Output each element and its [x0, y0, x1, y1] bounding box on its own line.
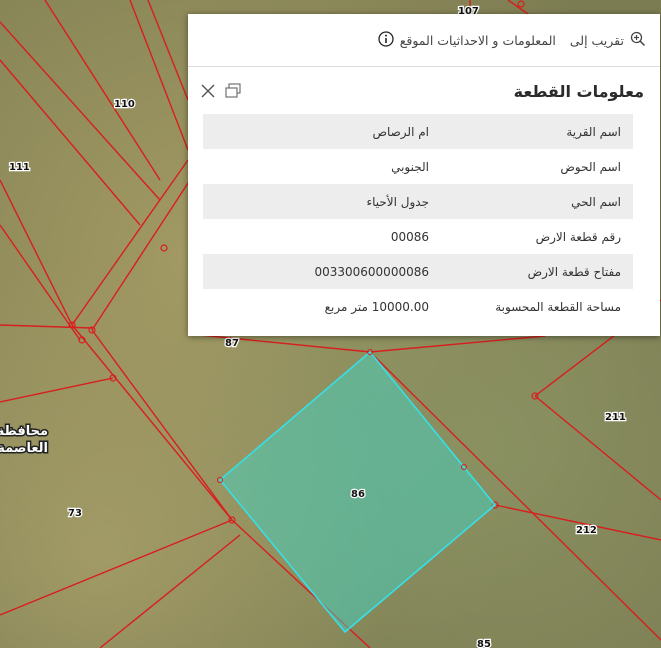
attribute-row: مساحة القطعة المحسوبة 10000.00 متر مربع: [203, 289, 633, 324]
location-info-label: المعلومات و الاحداثيات الموقع: [399, 32, 556, 48]
parcel-info-popup: تقريب إلى المعلومات و الاحداثيات الموقع …: [188, 14, 660, 336]
parcel-number-label: 73: [68, 508, 82, 519]
attribute-label: رقم قطعة الارض: [535, 229, 621, 244]
parcel-number-label: 111: [9, 162, 30, 173]
parcel-number-label: 212: [576, 525, 597, 536]
location-info-button[interactable]: المعلومات و الاحداثيات الموقع: [378, 30, 556, 50]
attribute-value: 003300600000086: [203, 254, 429, 289]
close-icon[interactable]: [198, 81, 218, 101]
attribute-value: ام الرصاص: [203, 114, 429, 149]
parcel-number-label: 85: [477, 639, 491, 648]
attribute-row: اسم القرية ام الرصاص: [203, 114, 633, 149]
parcel-number-label: 86: [351, 489, 365, 500]
attribute-value: 00086: [390, 229, 429, 244]
attribute-value: جدول الأحياء: [203, 184, 429, 219]
governorate-label: العاصمة: [0, 441, 48, 456]
attribute-row: اسم الحوض الجنوبي: [203, 149, 633, 184]
attribute-row: رقم قطعة الارض 00086: [203, 219, 633, 254]
attribute-label: اسم الحوض: [560, 159, 621, 174]
zoom-to-label: تقريب إلى: [569, 32, 624, 48]
attribute-label: مفتاح قطعة الارض: [429, 254, 633, 289]
popup-header: معلومات القطعة: [188, 67, 660, 115]
attribute-value: 10000.00 متر مربع: [324, 299, 429, 314]
attribute-row: اسم الحي جدول الأحياء: [203, 184, 633, 219]
parcel-attributes-table: اسم القرية ام الرصاص اسم الحوض الجنوبي ا…: [203, 114, 633, 324]
zoom-in-icon: [630, 31, 646, 50]
attribute-row: مفتاح قطعة الارض 003300600000086: [203, 254, 633, 289]
info-icon: [378, 30, 394, 50]
parcel-number-label: 110: [114, 99, 135, 110]
popup-actions-bar: تقريب إلى المعلومات و الاحداثيات الموقع: [188, 14, 660, 67]
zoom-to-button[interactable]: تقريب إلى: [570, 31, 646, 50]
attribute-label: اسم القرية: [429, 114, 633, 149]
popup-title: معلومات القطعة: [513, 82, 644, 101]
parcel-number-label: 211: [605, 412, 626, 423]
attribute-label: اسم الحي: [429, 184, 633, 219]
attribute-value: الجنوبي: [391, 159, 429, 174]
governorate-label: محافظة: [0, 424, 48, 439]
parcel-number-label: 87: [225, 338, 239, 349]
attribute-label: مساحة القطعة المحسوبة: [495, 299, 621, 314]
dock-icon[interactable]: [223, 81, 243, 101]
